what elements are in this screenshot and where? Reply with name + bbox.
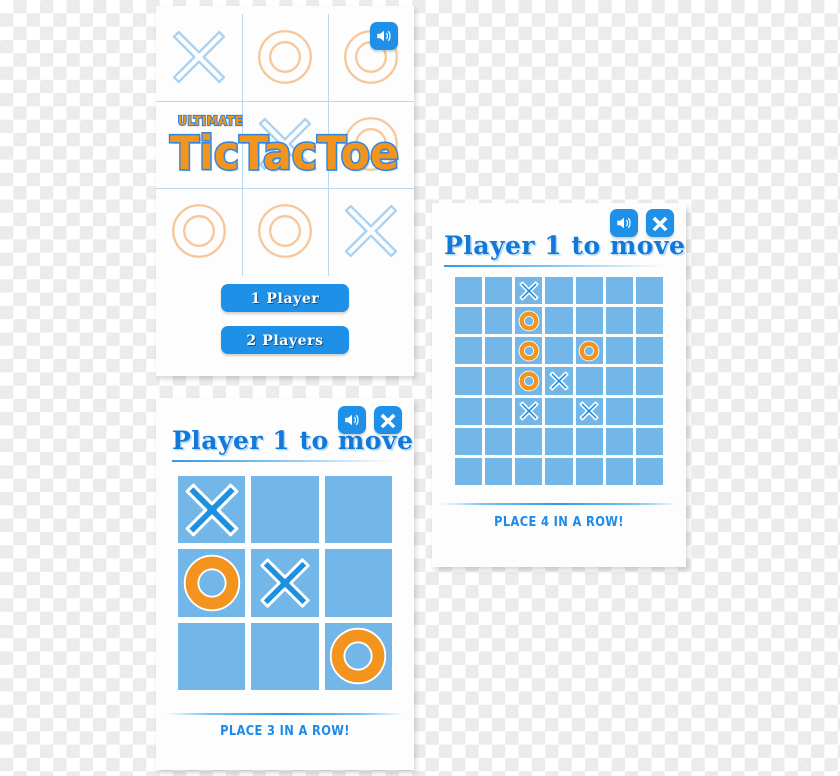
board-cell[interactable] [635, 277, 663, 305]
board-cell[interactable] [635, 397, 663, 425]
o-mark-icon [330, 628, 387, 685]
board-cell[interactable] [515, 397, 543, 425]
board-cell[interactable] [545, 367, 573, 395]
x-mark-icon [260, 558, 310, 608]
decorative-mark-x [160, 18, 238, 96]
game-board-7x7 [455, 277, 663, 485]
footer-divider [440, 503, 678, 505]
board-cell[interactable] [635, 367, 663, 395]
board-cell[interactable] [485, 427, 513, 455]
board-cell[interactable] [635, 307, 663, 335]
game-board-3x3 [178, 476, 392, 690]
board-cell[interactable] [485, 277, 513, 305]
board-cell[interactable] [455, 277, 483, 305]
board-cell[interactable] [575, 397, 603, 425]
board-cell[interactable] [545, 277, 573, 305]
board-cell[interactable] [485, 307, 513, 335]
board-cell[interactable] [605, 307, 633, 335]
board-cell[interactable] [251, 476, 319, 544]
decorative-mark-o [246, 192, 324, 270]
title-divider [172, 460, 394, 462]
board-cell[interactable] [545, 427, 573, 455]
footer-divider [166, 713, 404, 715]
board-cell[interactable] [178, 622, 246, 690]
splash-panel: ULTIMATE TicTacToe 1 Player 2 Players [156, 6, 414, 376]
decorative-mark-o [246, 18, 324, 96]
sound-toggle-button[interactable] [370, 22, 398, 50]
board-cell[interactable] [515, 277, 543, 305]
o-mark-icon [578, 340, 600, 362]
speaker-icon [375, 27, 393, 45]
status-title: Player 1 to move [444, 231, 686, 260]
board-cell[interactable] [515, 427, 543, 455]
board-cell[interactable] [455, 307, 483, 335]
board-cell[interactable] [251, 622, 319, 690]
status-title: Player 1 to move [172, 426, 414, 455]
x-mark-icon [519, 401, 539, 421]
board-cell[interactable] [545, 457, 573, 485]
o-mark-icon [518, 310, 540, 332]
board-cell[interactable] [605, 397, 633, 425]
board-cell[interactable] [605, 337, 633, 365]
board-cell[interactable] [455, 367, 483, 395]
board-cell[interactable] [485, 367, 513, 395]
board-cell[interactable] [485, 457, 513, 485]
x-mark-icon [579, 401, 599, 421]
board-cell[interactable] [455, 397, 483, 425]
two-players-button[interactable]: 2 Players [221, 326, 349, 354]
board-cell[interactable] [324, 476, 392, 544]
board-cell[interactable] [635, 457, 663, 485]
x-mark-icon [549, 371, 569, 391]
board-cell[interactable] [455, 457, 483, 485]
title-divider [444, 265, 666, 267]
board-cell[interactable] [605, 277, 633, 305]
close-x-icon [651, 214, 669, 232]
decorative-mark-o [160, 192, 238, 270]
board-cell[interactable] [605, 457, 633, 485]
board-cell[interactable] [485, 337, 513, 365]
board-cell[interactable] [485, 397, 513, 425]
o-mark-icon [518, 370, 540, 392]
board-cell[interactable] [178, 476, 246, 544]
x-mark-icon [519, 280, 539, 301]
board-cell[interactable] [635, 427, 663, 455]
board-cell[interactable] [324, 622, 392, 690]
board-cell[interactable] [324, 549, 392, 617]
logo-title: TicTacToe [169, 125, 401, 182]
board-cell[interactable] [515, 457, 543, 485]
board-cell[interactable] [545, 307, 573, 335]
objective-text: PLACE 4 IN A ROW! [494, 515, 624, 530]
board-cell[interactable] [455, 337, 483, 365]
game-logo: ULTIMATE TicTacToe [169, 113, 410, 194]
speaker-icon [615, 214, 633, 232]
board-cell[interactable] [575, 277, 603, 305]
x-mark-icon [185, 483, 239, 537]
board-cell[interactable] [575, 307, 603, 335]
board-cell[interactable] [545, 397, 573, 425]
board-cell[interactable] [635, 337, 663, 365]
board-cell[interactable] [545, 337, 573, 365]
o-mark-icon [518, 340, 540, 362]
board-cell[interactable] [575, 457, 603, 485]
game-panel-7x7: Player 1 to move PLACE 4 IN A ROW! [432, 203, 686, 567]
o-mark-icon [183, 554, 240, 612]
board-cell[interactable] [575, 337, 603, 365]
board-cell[interactable] [455, 427, 483, 455]
decorative-mark-x [332, 192, 410, 270]
board-cell[interactable] [575, 427, 603, 455]
one-player-button[interactable]: 1 Player [221, 284, 349, 312]
objective-text: PLACE 3 IN A ROW! [220, 724, 350, 739]
board-cell[interactable] [515, 337, 543, 365]
board-cell[interactable] [251, 549, 319, 617]
board-cell[interactable] [605, 427, 633, 455]
game-panel-3x3: Player 1 to move PLACE 3 IN A ROW! [156, 398, 414, 770]
board-cell[interactable] [515, 367, 543, 395]
board-cell[interactable] [605, 367, 633, 395]
menu-button-group: 1 Player 2 Players [156, 284, 414, 368]
board-cell[interactable] [178, 549, 246, 617]
board-cell[interactable] [575, 367, 603, 395]
board-cell[interactable] [515, 307, 543, 335]
